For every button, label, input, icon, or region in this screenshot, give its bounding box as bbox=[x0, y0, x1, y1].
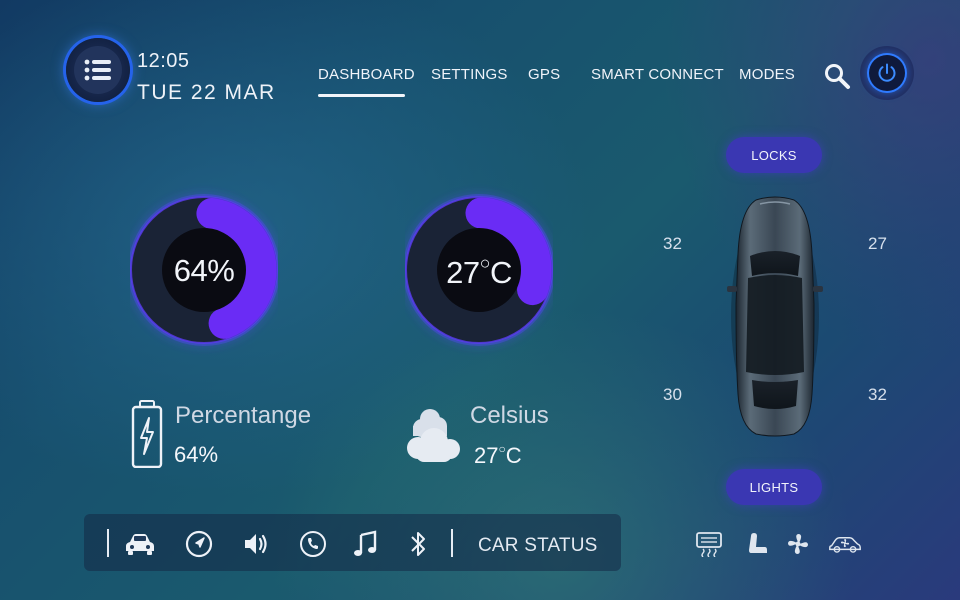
dock-divider-left bbox=[107, 529, 109, 557]
tire-pressure-front-right: 27 bbox=[868, 234, 887, 253]
temperature-gauge-unit: C bbox=[489, 255, 512, 290]
search-icon bbox=[825, 64, 850, 89]
tab-gps[interactable]: GPS bbox=[528, 66, 560, 83]
temperature-gauge-value: 27○C bbox=[405, 253, 553, 291]
degree-symbol: ○ bbox=[479, 253, 491, 273]
clock-date: TUE 22 MAR bbox=[137, 81, 276, 104]
fan-icon[interactable] bbox=[781, 530, 815, 558]
tab-settings[interactable]: SETTINGS bbox=[431, 66, 508, 83]
temperature-title: Celsius bbox=[470, 402, 549, 429]
temperature-value-unit: C bbox=[505, 443, 522, 468]
bluetooth-icon[interactable] bbox=[403, 529, 433, 559]
cloud-icon bbox=[404, 404, 464, 466]
tab-modes[interactable]: MODES bbox=[739, 66, 795, 83]
list-menu-icon bbox=[74, 46, 122, 94]
tire-pressure-rear-left: 30 bbox=[663, 385, 682, 404]
power-icon bbox=[869, 55, 905, 91]
lights-button[interactable]: LIGHTS bbox=[726, 469, 822, 505]
battery-charging-icon bbox=[131, 400, 163, 469]
rear-defrost-icon[interactable] bbox=[692, 530, 726, 558]
degree-symbol: ○ bbox=[498, 442, 506, 456]
tire-pressure-rear-right: 32 bbox=[868, 385, 887, 404]
battery-gauge-value: 64% bbox=[173, 253, 235, 288]
power-button[interactable] bbox=[860, 40, 914, 108]
car-top-view-image bbox=[726, 194, 824, 438]
music-icon[interactable] bbox=[350, 529, 380, 559]
phone-icon[interactable] bbox=[298, 529, 328, 559]
tab-smart-connect[interactable]: SMART CONNECT bbox=[591, 66, 724, 83]
locks-button[interactable]: LOCKS bbox=[726, 137, 822, 173]
temperature-gauge: 27○C bbox=[405, 175, 553, 365]
temperature-gauge-number: 27 bbox=[446, 255, 480, 290]
car-icon[interactable] bbox=[125, 529, 155, 559]
battery-value: 64% bbox=[174, 442, 219, 467]
car-ac-icon[interactable] bbox=[828, 530, 862, 558]
seat-heat-icon[interactable] bbox=[740, 530, 774, 558]
active-tab-indicator bbox=[318, 94, 405, 97]
tab-dashboard[interactable]: DASHBOARD bbox=[318, 66, 415, 83]
search-button[interactable] bbox=[823, 62, 851, 90]
navigation-icon[interactable] bbox=[184, 529, 214, 559]
menu-button[interactable] bbox=[66, 38, 130, 102]
dock-divider-right bbox=[451, 529, 453, 557]
volume-icon[interactable] bbox=[241, 529, 271, 559]
tire-pressure-front-left: 32 bbox=[663, 234, 682, 253]
battery-gauge: 64% bbox=[130, 175, 278, 365]
car-status-button[interactable]: CAR STATUS bbox=[478, 535, 598, 557]
temperature-value: 27○C bbox=[474, 442, 522, 469]
clock-time: 12:05 bbox=[137, 50, 190, 72]
battery-title: Percentange bbox=[175, 402, 312, 429]
temperature-value-number: 27 bbox=[474, 443, 499, 468]
